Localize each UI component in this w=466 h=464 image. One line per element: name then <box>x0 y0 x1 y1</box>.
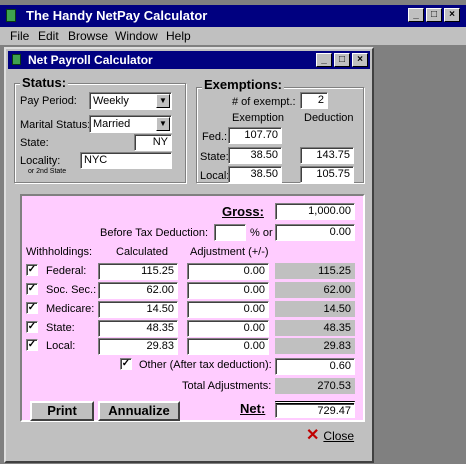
app-icon <box>6 9 16 22</box>
menu-help[interactable]: Help <box>166 29 191 43</box>
local-deduction-input[interactable]: 105.75 <box>300 166 354 183</box>
status-heading: Status: <box>20 75 69 90</box>
chevron-down-icon[interactable]: ▼ <box>156 94 170 108</box>
state-input[interactable]: NY <box>134 134 172 151</box>
other-checkbox[interactable]: ✓ <box>120 358 132 370</box>
num-exemptions-input[interactable]: 2 <box>300 92 328 109</box>
exemption-column-header: Exemption <box>232 112 284 124</box>
inner-maximize-button[interactable]: □ <box>334 53 350 67</box>
pay-period-value: Weekly <box>93 95 129 107</box>
state-deduction-input[interactable]: 143.75 <box>300 147 354 164</box>
state-calculated-input[interactable]: 48.35 <box>98 320 178 337</box>
x-icon: ✕ <box>306 427 320 444</box>
local-exemption-input[interactable]: 38.50 <box>228 166 282 183</box>
local-withholding-checkbox[interactable]: ✓ <box>26 339 38 351</box>
inner-close-button[interactable]: × <box>352 53 368 67</box>
state-withholding-label: State: <box>46 322 75 334</box>
net-value: 729.47 <box>275 401 355 418</box>
other-label: Other (After tax deduction): <box>139 359 272 371</box>
federal-adjustment-input[interactable]: 0.00 <box>187 263 269 280</box>
inner-title-bar[interactable]: Net Payroll Calculator _ □ × <box>8 51 370 69</box>
gross-label: Gross: <box>222 204 264 219</box>
medicare-adjustment-input[interactable]: 0.00 <box>187 301 269 318</box>
medicare-calculated-input[interactable]: 14.50 <box>98 301 178 318</box>
chevron-down-icon[interactable]: ▼ <box>156 117 170 131</box>
locality-label: Locality: <box>20 155 61 167</box>
print-button[interactable]: Print <box>30 401 94 421</box>
app-title-bar[interactable]: The Handy NetPay Calculator _ □ × <box>0 5 466 27</box>
federal-total-value: 115.25 <box>275 263 355 279</box>
federal-label: Federal: <box>46 265 87 277</box>
local-adjustment-input[interactable]: 0.00 <box>187 338 269 355</box>
inner-minimize-button[interactable]: _ <box>316 53 332 67</box>
marital-status-label: Marital Status: <box>20 119 91 131</box>
menu-window[interactable]: Window <box>115 29 158 43</box>
menu-bar: File Edit Browse Window Help <box>0 27 466 45</box>
medicare-label: Medicare: <box>46 303 95 315</box>
app-window: The Handy NetPay Calculator _ □ × File E… <box>0 0 466 464</box>
state-total-value: 48.35 <box>275 320 355 336</box>
pay-period-select[interactable]: Weekly ▼ <box>89 92 172 110</box>
menu-file[interactable]: File <box>10 29 29 43</box>
federal-checkbox[interactable]: ✓ <box>26 264 38 276</box>
locality-sublabel: or 2nd State <box>28 168 67 175</box>
local-total-value: 29.83 <box>275 338 355 354</box>
soc-sec-adjustment-input[interactable]: 0.00 <box>187 282 269 299</box>
minimize-button[interactable]: _ <box>408 8 424 22</box>
medicare-checkbox[interactable]: ✓ <box>26 302 38 314</box>
app-window-controls: _ □ × <box>406 8 460 22</box>
local-withholding-label: Local: <box>46 340 76 352</box>
locality-input[interactable]: NYC <box>80 152 172 169</box>
soc-sec-label: Soc. Sec.: <box>46 284 97 296</box>
soc-sec-total-value: 62.00 <box>275 282 355 298</box>
maximize-button[interactable]: □ <box>426 8 442 22</box>
medicare-total-value: 14.50 <box>275 301 355 317</box>
withholdings-label: Withholdings: <box>26 246 93 258</box>
state-withholding-checkbox[interactable]: ✓ <box>26 321 38 333</box>
fed-exemption-input[interactable]: 107.70 <box>228 127 282 144</box>
deduction-column-header: Deduction <box>304 112 354 124</box>
net-label: Net: <box>240 401 266 416</box>
pay-panel: Gross: 1,000.00 Before Tax Deduction: % … <box>20 194 365 422</box>
gross-input[interactable]: 1,000.00 <box>275 203 355 220</box>
state-exemption-label: State: <box>200 151 229 163</box>
inner-title: Net Payroll Calculator <box>28 53 153 67</box>
net-payroll-window: Net Payroll Calculator _ □ × Status: Pay… <box>4 47 374 463</box>
close-link[interactable]: ✕ Close <box>306 427 355 444</box>
menu-browse[interactable]: Browse <box>68 29 108 43</box>
local-exemption-label: Local: <box>200 170 230 182</box>
close-window-button[interactable]: × <box>444 8 460 22</box>
annualize-button[interactable]: Annualize <box>98 401 180 421</box>
state-exemption-input[interactable]: 38.50 <box>228 147 282 164</box>
adjustment-column-header: Adjustment (+/-) <box>190 246 269 258</box>
marital-status-select[interactable]: Married ▼ <box>89 115 172 133</box>
state-label: State: <box>20 137 49 149</box>
soc-sec-calculated-input[interactable]: 62.00 <box>98 282 178 299</box>
inner-window-controls: _ □ × <box>314 53 368 67</box>
menu-edit[interactable]: Edit <box>38 29 59 43</box>
marital-status-value: Married <box>93 118 131 130</box>
soc-sec-checkbox[interactable]: ✓ <box>26 283 38 295</box>
total-adjustments-label: Total Adjustments: <box>182 380 272 392</box>
app-title: The Handy NetPay Calculator <box>26 8 208 23</box>
before-tax-percent-input[interactable] <box>214 224 246 241</box>
exemptions-heading: Exemptions: <box>202 77 285 92</box>
before-tax-amount-input[interactable]: 0.00 <box>275 224 355 241</box>
num-exemptions-label: # of exempt.: <box>232 96 296 108</box>
federal-calculated-input[interactable]: 115.25 <box>98 263 178 280</box>
state-adjustment-input[interactable]: 0.00 <box>187 320 269 337</box>
local-calculated-input[interactable]: 29.83 <box>98 338 178 355</box>
inner-app-icon <box>12 54 21 65</box>
percent-or-label: % or <box>250 227 273 239</box>
pay-period-label: Pay Period: <box>20 95 77 107</box>
total-adjustments-value: 270.53 <box>275 378 355 394</box>
fed-exemption-label: Fed.: <box>202 131 228 143</box>
before-tax-label: Before Tax Deduction: <box>100 227 209 239</box>
other-input[interactable]: 0.60 <box>275 358 355 375</box>
close-label: Close <box>323 429 355 443</box>
calculated-column-header: Calculated <box>116 246 168 258</box>
